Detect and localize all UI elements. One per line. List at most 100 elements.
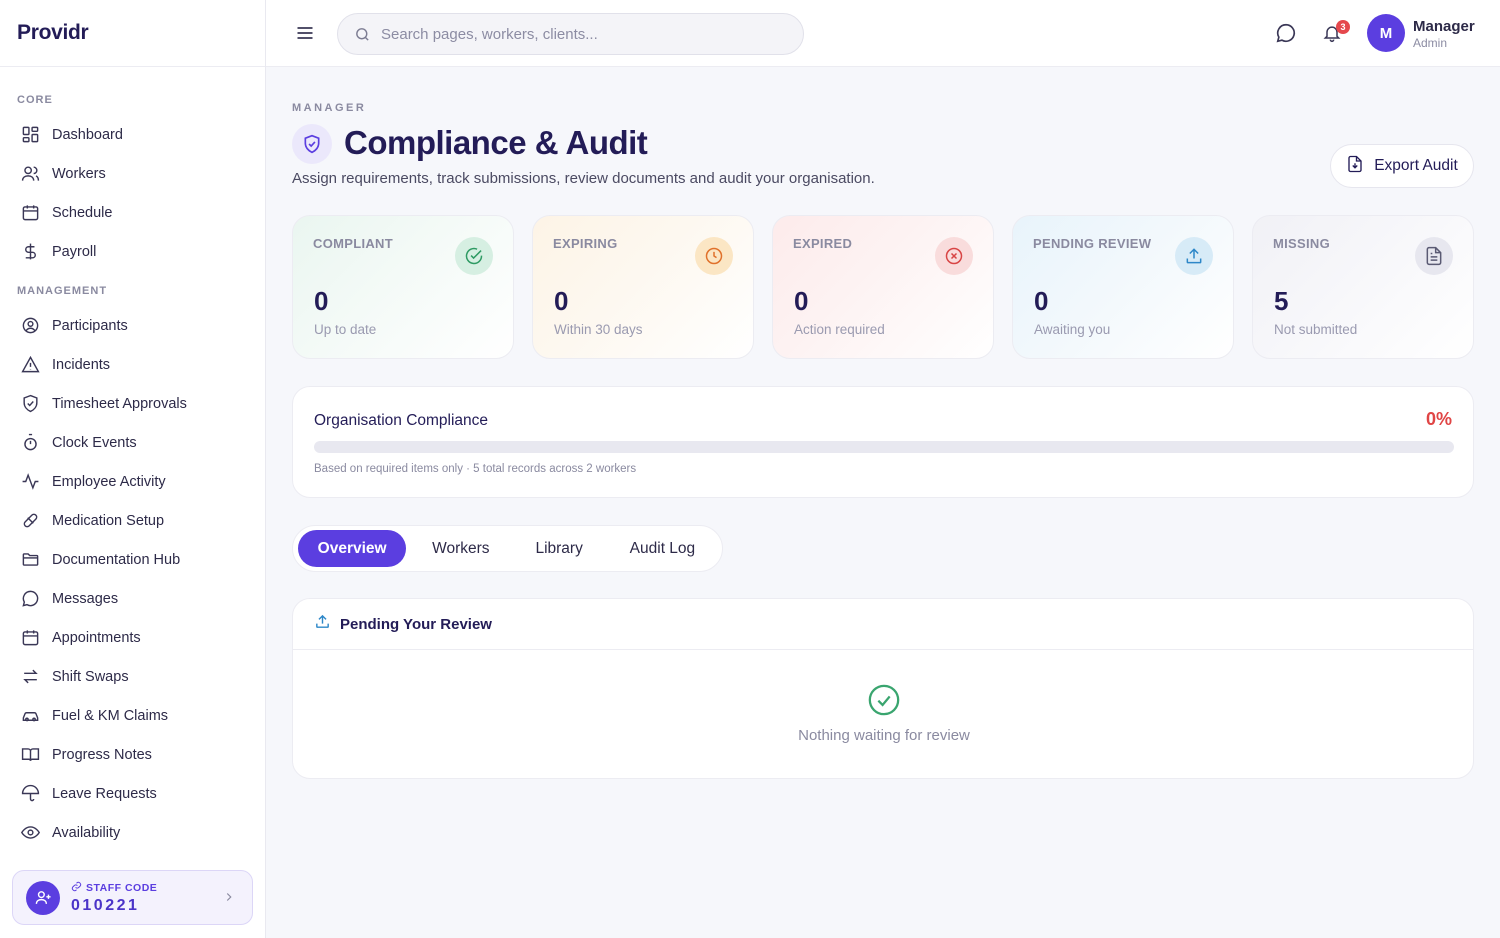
shield-check-icon <box>20 394 40 414</box>
organisation-compliance-card: Organisation Compliance 0% Based on requ… <box>292 386 1474 498</box>
sidebar-item-label: Workers <box>52 165 106 182</box>
users-icon <box>20 164 40 184</box>
sidebar-item-label: Messages <box>52 590 119 607</box>
sidebar-item-medication-setup[interactable]: Medication Setup <box>0 501 265 540</box>
sidebar-item-schedule[interactable]: Schedule <box>0 193 265 232</box>
stat-value: 0 <box>314 286 329 316</box>
sidebar-item-documentation-hub[interactable]: Documentation Hub <box>0 540 265 579</box>
page-title: Compliance & Audit <box>344 124 648 161</box>
tab-overview[interactable]: Overview <box>298 530 407 567</box>
org-compliance-percent: 0% <box>1425 409 1452 429</box>
dollar-icon <box>20 242 40 262</box>
pending-review-header: Pending Your Review <box>293 599 1473 650</box>
check-circle-icon <box>867 683 901 722</box>
user-name[interactable]: Manager <box>1413 18 1475 35</box>
tab-library[interactable]: Library <box>515 530 602 567</box>
export-audit-button[interactable]: Export Audit <box>1330 144 1474 188</box>
brand-logo[interactable]: Providr <box>17 21 89 45</box>
tab-bar: Overview Workers Library Audit Log <box>292 525 723 572</box>
pending-review-card: Pending Your Review Nothing waiting for … <box>292 598 1474 779</box>
stat-card-pending-review[interactable]: PENDING REVIEW 0 Awaiting you <box>1012 215 1234 359</box>
file-download-icon <box>1346 155 1364 178</box>
staff-code-card[interactable]: STAFF CODE 010221 <box>12 870 253 925</box>
org-compliance-note: Based on required items only · 5 total r… <box>314 463 637 475</box>
sidebar-item-label: Incidents <box>52 356 111 373</box>
sidebar-item-label: Schedule <box>52 204 113 221</box>
sidebar-item-leave-requests[interactable]: Leave Requests <box>0 774 265 813</box>
tab-audit-log[interactable]: Audit Log <box>603 530 722 567</box>
stat-value: 0 <box>554 286 569 316</box>
topbar: 3 M Manager Admin <box>266 0 1500 67</box>
search-bar[interactable] <box>337 13 804 55</box>
message-icon <box>20 589 40 609</box>
pending-review-title: Pending Your Review <box>340 615 492 633</box>
page-subtitle: Assign requirements, track submissions, … <box>292 170 875 187</box>
sidebar-item-progress-notes[interactable]: Progress Notes <box>0 735 265 774</box>
menu-icon[interactable] <box>295 23 317 43</box>
sidebar-item-label: Medication Setup <box>52 512 165 529</box>
sidebar-item-shift-swaps[interactable]: Shift Swaps <box>0 657 265 696</box>
sidebar-item-timesheet-approvals[interactable]: Timesheet Approvals <box>0 384 265 423</box>
sidebar-item-payroll[interactable]: Payroll <box>0 232 265 271</box>
warning-icon <box>20 355 40 375</box>
sidebar-item-incidents[interactable]: Incidents <box>0 345 265 384</box>
stat-subtext: Awaiting you <box>1034 322 1111 337</box>
chat-icon[interactable] <box>1275 22 1297 49</box>
staff-code-value: 010221 <box>71 896 140 914</box>
user-circle-icon <box>20 316 40 336</box>
stat-value: 5 <box>1274 286 1289 316</box>
sidebar-item-label: Dashboard <box>52 126 123 143</box>
sidebar-item-employee-activity[interactable]: Employee Activity <box>0 462 265 501</box>
notification-bell-icon[interactable]: 3 <box>1322 20 1350 49</box>
folder-icon <box>20 550 40 570</box>
calendar-icon <box>20 203 40 223</box>
stat-card-missing[interactable]: MISSING 5 Not submitted <box>1252 215 1474 359</box>
x-circle-icon <box>935 237 973 275</box>
sidebar-item-label: Clock Events <box>52 434 137 451</box>
sidebar-item-dashboard[interactable]: Dashboard <box>0 115 265 154</box>
avatar[interactable]: M <box>1367 14 1405 52</box>
swap-icon <box>20 667 40 687</box>
sidebar-item-label: Leave Requests <box>52 785 157 802</box>
sidebar-item-participants[interactable]: Participants <box>0 306 265 345</box>
link-icon <box>71 881 82 895</box>
eye-icon <box>20 823 40 843</box>
car-icon <box>20 706 40 726</box>
stat-card-expired[interactable]: EXPIRED 0 Action required <box>772 215 994 359</box>
tab-workers[interactable]: Workers <box>406 530 515 567</box>
calendar-icon <box>20 628 40 648</box>
dashboard-icon <box>20 125 40 145</box>
search-input[interactable] <box>381 25 781 43</box>
book-icon <box>20 745 40 765</box>
sidebar-item-appointments[interactable]: Appointments <box>0 618 265 657</box>
sidebar-item-label: Progress Notes <box>52 746 152 763</box>
brand: Providr <box>0 0 265 67</box>
sidebar-item-availability[interactable]: Availability <box>0 813 265 852</box>
page-eyebrow: MANAGER <box>292 102 367 114</box>
sidebar-item-workers[interactable]: Workers <box>0 154 265 193</box>
stat-subtext: Up to date <box>314 322 377 337</box>
sidebar-item-clock-events[interactable]: Clock Events <box>0 423 265 462</box>
sidebar: Providr CORE Dashboard Workers Schedule … <box>0 0 266 938</box>
activity-icon <box>20 472 40 492</box>
shield-icon <box>292 124 332 164</box>
staff-code-label: STAFF CODE <box>86 881 158 894</box>
stat-card-expiring[interactable]: EXPIRING 0 Within 30 days <box>532 215 754 359</box>
umbrella-icon <box>20 784 40 804</box>
sidebar-item-label: Employee Activity <box>52 473 166 490</box>
stat-subtext: Not submitted <box>1274 322 1358 337</box>
sidebar-item-label: Shift Swaps <box>52 668 129 685</box>
upload-icon <box>1175 237 1213 275</box>
search-icon <box>356 27 369 41</box>
nav-section-core: CORE <box>17 94 53 106</box>
user-plus-icon <box>26 880 60 915</box>
org-compliance-progress-bar <box>314 441 1454 453</box>
empty-state-text: Nothing waiting for review <box>798 727 970 744</box>
stat-subtext: Action required <box>794 322 885 337</box>
chevron-right-icon <box>222 890 236 909</box>
stat-card-compliant[interactable]: COMPLIANT 0 Up to date <box>292 215 514 359</box>
sidebar-item-messages[interactable]: Messages <box>0 579 265 618</box>
document-icon <box>1415 237 1453 275</box>
stopwatch-icon <box>20 433 40 453</box>
sidebar-item-fuel-km-claims[interactable]: Fuel & KM Claims <box>0 696 265 735</box>
